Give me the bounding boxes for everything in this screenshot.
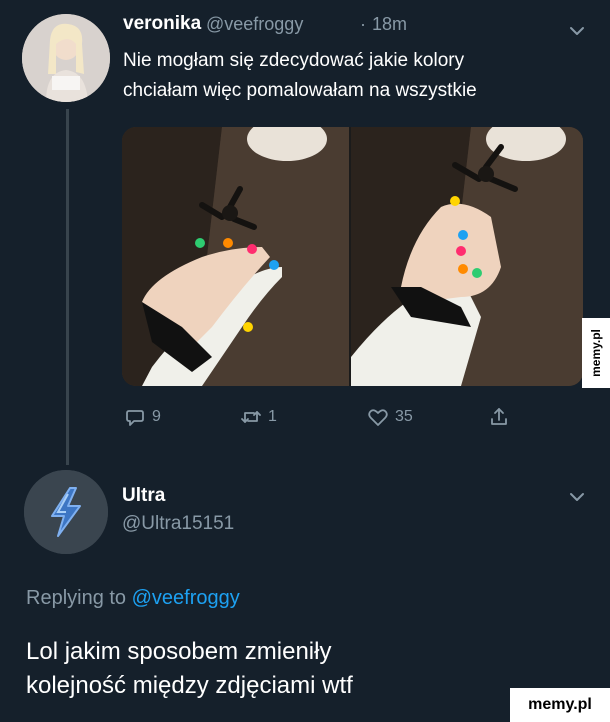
reply-action[interactable]: 9 xyxy=(124,406,161,428)
reply-menu-button[interactable] xyxy=(566,486,588,508)
tweet-text-line-1: Nie mogłam się zdecydować jakie kolory xyxy=(123,50,465,71)
tweet-media[interactable] xyxy=(122,127,583,386)
replying-to-prefix: Replying to xyxy=(26,587,127,609)
thread-line xyxy=(66,109,69,465)
tweet-photo-2[interactable] xyxy=(351,127,583,386)
side-watermark-text: memy.pl xyxy=(589,329,603,377)
bottom-watermark-text: memy.pl xyxy=(528,696,592,713)
reply-icon xyxy=(126,410,144,426)
replying-to-handle[interactable]: @veefroggy xyxy=(132,587,240,609)
tweet-photo-1[interactable] xyxy=(122,127,349,386)
reply-display-name[interactable]: Ultra xyxy=(122,485,165,507)
reply-text-line-1: Lol jakim sposobem zmieniły xyxy=(26,638,332,665)
share-action[interactable] xyxy=(488,406,510,428)
tweet-avatar[interactable] xyxy=(22,14,110,102)
reply-handle[interactable]: @Ultra15151 xyxy=(122,513,234,535)
like-count: 35 xyxy=(395,408,413,425)
replying-to: Replying to @veefroggy xyxy=(26,587,240,610)
lightning-icon xyxy=(24,470,108,554)
like-action[interactable]: 35 xyxy=(367,406,413,428)
tweet-handle[interactable]: @veefroggy xyxy=(206,14,303,35)
tweet-menu-button[interactable] xyxy=(566,20,588,42)
chevron-down-icon xyxy=(570,493,584,501)
chevron-down-icon xyxy=(570,27,584,35)
reply-text-line-2: kolejność między zdjęciami wtf xyxy=(26,672,353,699)
tweet-separator: · xyxy=(360,14,366,34)
tweet-display-name[interactable]: veronika xyxy=(123,13,201,35)
bottom-watermark: memy.pl xyxy=(510,688,610,722)
share-icon xyxy=(491,408,507,425)
retweet-action[interactable]: 1 xyxy=(240,406,277,428)
reply-count: 9 xyxy=(152,408,161,425)
side-watermark: memy.pl xyxy=(582,318,610,388)
retweet-icon xyxy=(241,411,261,423)
retweet-count: 1 xyxy=(268,408,277,425)
reply-avatar[interactable] xyxy=(24,470,108,554)
like-icon xyxy=(368,409,388,426)
tweet-time[interactable]: 18m xyxy=(372,14,407,35)
tweet-text-line-2: chciałam więc pomalowałam na wszystkie xyxy=(123,80,477,101)
